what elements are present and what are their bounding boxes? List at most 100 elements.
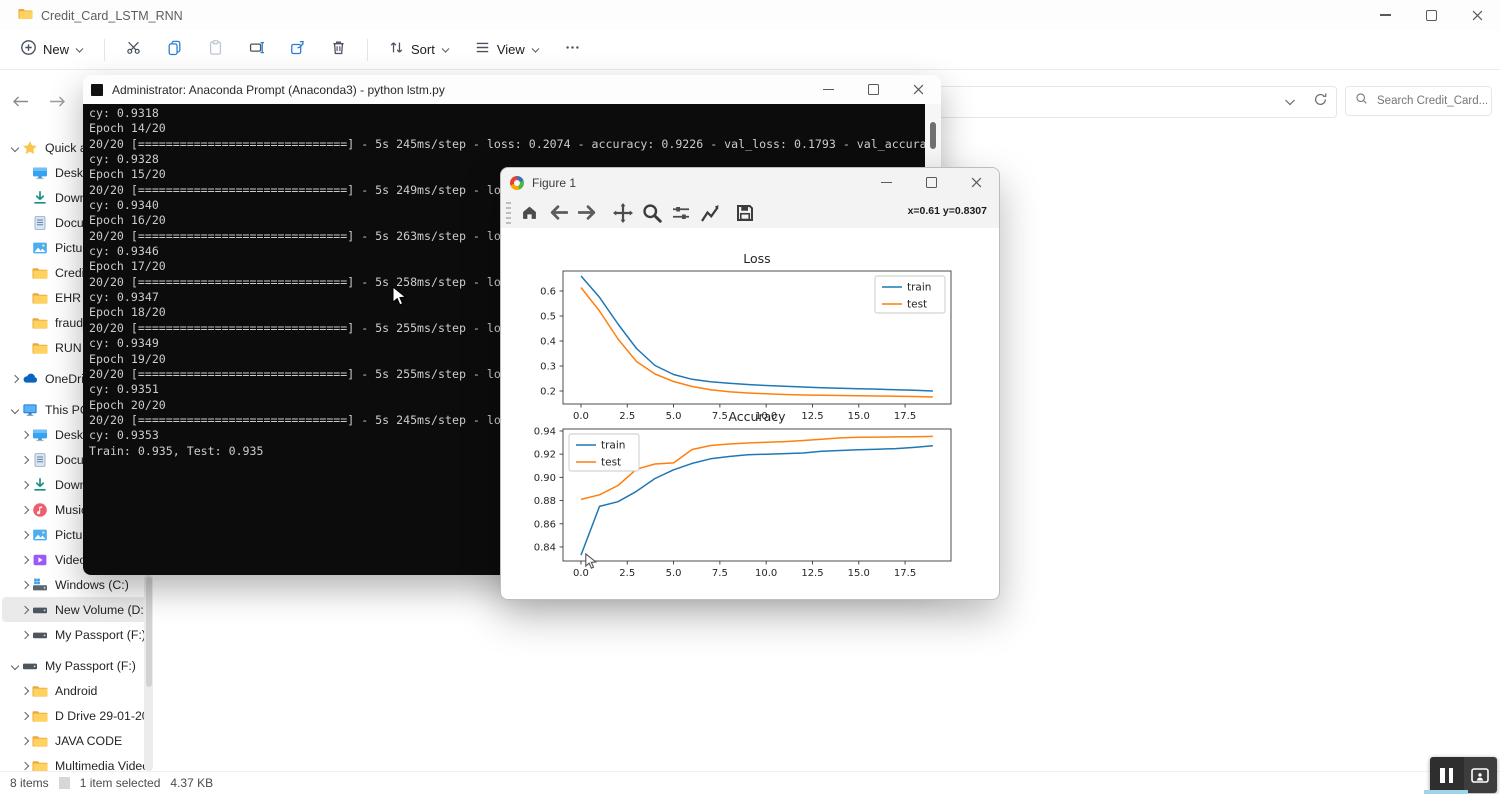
- cut-button[interactable]: [117, 33, 150, 67]
- chevron-right-icon[interactable]: [18, 763, 32, 769]
- svg-text:5.0: 5.0: [666, 568, 682, 579]
- svg-text:2.5: 2.5: [619, 568, 635, 579]
- cut-icon: [125, 39, 142, 61]
- delete-button[interactable]: [322, 33, 355, 67]
- chevron-down-icon[interactable]: [8, 663, 22, 669]
- chevron-right-icon[interactable]: [8, 376, 22, 382]
- terminal-title: Administrator: Anaconda Prompt (Anaconda…: [112, 83, 445, 97]
- zoom-icon[interactable]: [637, 199, 666, 226]
- address-dropdown-chevron-icon[interactable]: [1284, 94, 1296, 112]
- forward-button[interactable]: [45, 89, 69, 113]
- pause-icon[interactable]: [1430, 757, 1464, 793]
- terminal-maximize-button[interactable]: [851, 75, 896, 104]
- back-button[interactable]: [8, 89, 32, 113]
- pan-icon[interactable]: [608, 199, 637, 226]
- chevron-right-icon[interactable]: [18, 432, 32, 438]
- terminal-close-button[interactable]: [896, 75, 941, 104]
- more-options-button[interactable]: [556, 33, 589, 67]
- chevron-down-icon[interactable]: [8, 145, 22, 151]
- folder-icon: [32, 315, 48, 331]
- copy-button[interactable]: [158, 33, 191, 67]
- subplots-config-icon[interactable]: [666, 199, 695, 226]
- sidebar-item-android[interactable]: Android: [2, 678, 150, 703]
- svg-text:0.86: 0.86: [534, 519, 556, 530]
- paste-icon: [207, 39, 224, 61]
- chevron-down-icon[interactable]: [8, 407, 22, 413]
- svg-text:train: train: [601, 440, 625, 452]
- chevron-right-icon[interactable]: [18, 457, 32, 463]
- sidebar-item-java-code[interactable]: JAVA CODE: [2, 728, 150, 753]
- figure-canvas[interactable]: 0.02.55.07.510.012.515.017.50.20.30.40.5…: [501, 228, 999, 599]
- sidebar-item-label: My Passport (F:): [45, 659, 136, 673]
- sidebar-item-new-volume-d[interactable]: New Volume (D:): [2, 597, 150, 622]
- svg-text:0.84: 0.84: [534, 542, 556, 553]
- drive-icon: [32, 627, 48, 643]
- desktop-icon: [32, 165, 48, 181]
- matplotlib-logo-icon: [510, 176, 524, 190]
- sidebar-scrollbar-thumb[interactable]: [146, 577, 152, 687]
- chevron-right-icon[interactable]: [18, 482, 32, 488]
- forward-arrow-icon[interactable]: [573, 199, 602, 226]
- explorer-restore-button[interactable]: [1408, 0, 1454, 30]
- sidebar-item-label: Android: [55, 684, 97, 698]
- figure-close-button[interactable]: [954, 168, 999, 197]
- sidebar-item-d-drive-29-01-20[interactable]: D Drive 29-01-20.: [2, 703, 150, 728]
- chevron-right-icon[interactable]: [18, 607, 32, 613]
- sidebar-item-label: My Passport (F:): [55, 628, 146, 642]
- terminal-title-bar[interactable]: Administrator: Anaconda Prompt (Anaconda…: [83, 75, 941, 104]
- sidebar-item-windows-c[interactable]: Windows (C:): [2, 572, 150, 597]
- svg-text:0.6: 0.6: [540, 287, 556, 298]
- folder-icon: [32, 733, 48, 749]
- home-icon[interactable]: [515, 199, 544, 226]
- chevron-right-icon[interactable]: [18, 582, 32, 588]
- explorer-close-button[interactable]: [1454, 0, 1500, 30]
- terminal-scrollbar-thumb[interactable]: [930, 122, 936, 149]
- chevron-right-icon[interactable]: [18, 688, 32, 694]
- figure-window: Figure 1: [500, 167, 1000, 600]
- axes-edit-icon[interactable]: [695, 199, 724, 226]
- folder-icon: [32, 340, 48, 356]
- folder-icon: [18, 6, 33, 26]
- sidebar-scrollbar[interactable]: [144, 575, 153, 771]
- paste-button[interactable]: [199, 33, 232, 67]
- svg-text:test: test: [601, 457, 621, 469]
- search-box[interactable]: [1345, 86, 1492, 116]
- picture-icon: [32, 240, 48, 256]
- share-button[interactable]: [281, 33, 314, 67]
- chevron-right-icon[interactable]: [18, 507, 32, 513]
- search-input[interactable]: [1375, 94, 1489, 108]
- explorer-minimize-button[interactable]: [1362, 0, 1408, 30]
- view-button[interactable]: View: [466, 33, 548, 67]
- chevron-right-icon[interactable]: [18, 632, 32, 638]
- sidebar-item-my-passport-f[interactable]: My Passport (F:): [2, 653, 150, 678]
- items-count: 8 items: [0, 776, 49, 790]
- picture-icon: [32, 527, 48, 543]
- video-progress-marker: [1424, 790, 1468, 794]
- drive-icon: [22, 658, 38, 674]
- svg-text:test: test: [907, 299, 927, 311]
- chevron-right-icon[interactable]: [18, 557, 32, 563]
- toolbar-grip[interactable]: [506, 202, 511, 224]
- svg-text:17.5: 17.5: [894, 568, 916, 579]
- chevron-right-icon[interactable]: [18, 738, 32, 744]
- figure-minimize-button[interactable]: [864, 168, 909, 197]
- music-icon: [32, 502, 48, 518]
- refresh-icon[interactable]: [1313, 92, 1328, 112]
- figure-title-bar[interactable]: Figure 1: [501, 168, 999, 197]
- terminal-minimize-button[interactable]: [806, 75, 851, 104]
- sidebar-item-my-passport-f[interactable]: My Passport (F:): [2, 622, 150, 647]
- chevron-right-icon[interactable]: [18, 532, 32, 538]
- new-button[interactable]: New: [12, 33, 92, 67]
- figure-maximize-button[interactable]: [909, 168, 954, 197]
- picture-in-picture-icon[interactable]: [1464, 757, 1498, 793]
- save-icon[interactable]: [730, 199, 759, 226]
- sidebar-item-label: JAVA CODE: [55, 734, 122, 748]
- chevron-right-icon[interactable]: [18, 713, 32, 719]
- rename-button[interactable]: [240, 33, 273, 67]
- thispc-icon: [22, 402, 38, 418]
- view-list-icon: [474, 39, 491, 61]
- explorer-tab[interactable]: Credit_Card_LSTM_RNN: [8, 4, 193, 28]
- sort-button[interactable]: Sort: [380, 33, 458, 67]
- back-arrow-icon[interactable]: [544, 199, 573, 226]
- svg-text:train: train: [907, 282, 931, 294]
